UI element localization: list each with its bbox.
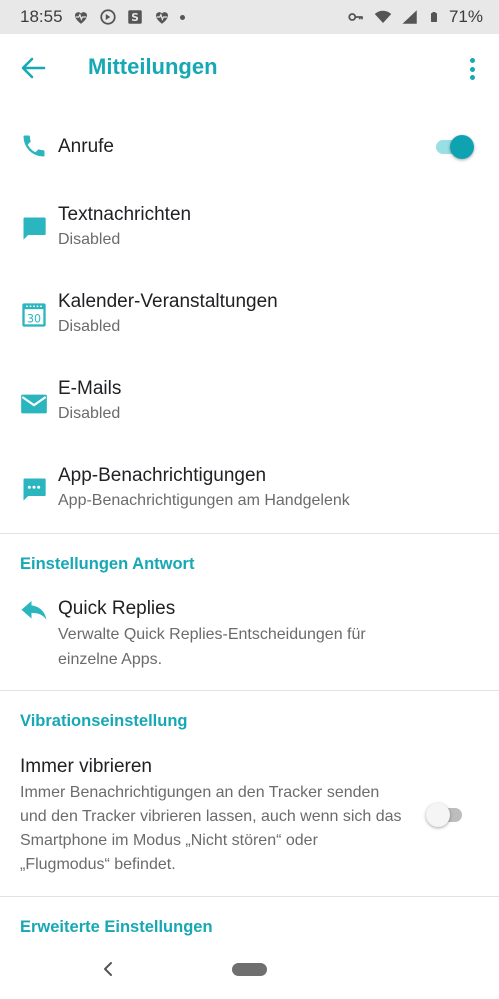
toggle-thumb bbox=[450, 135, 474, 159]
svg-text:S: S bbox=[131, 12, 139, 24]
item-subtitle: Disabled bbox=[58, 318, 121, 335]
signal-icon bbox=[402, 10, 417, 24]
app-bar: Mitteilungen bbox=[0, 34, 499, 102]
status-time: 18:55 bbox=[20, 7, 63, 26]
back-arrow-icon[interactable] bbox=[20, 56, 46, 80]
heart-rate-icon-2 bbox=[155, 12, 168, 24]
item-subtitle-line2: einzelne Apps. bbox=[58, 651, 163, 668]
nav-back-icon[interactable] bbox=[100, 960, 116, 978]
menu-dot-icon bbox=[469, 75, 475, 80]
list-item-calendar[interactable]: 30 Kalender-Veranstaltungen Disabled bbox=[0, 283, 499, 347]
section-header-vibration: Vibrationseinstellung bbox=[20, 712, 188, 730]
calls-toggle[interactable] bbox=[434, 135, 474, 159]
section-header-advanced[interactable]: Erweiterte Einstellungen bbox=[20, 918, 213, 937]
list-item-calls[interactable]: Anrufe bbox=[0, 120, 499, 176]
item-subtitle: Disabled bbox=[58, 405, 121, 422]
status-bar: 18:55 S 71% bbox=[0, 0, 499, 34]
list-item-text-messages[interactable]: Textnachrichten Disabled bbox=[0, 196, 499, 260]
battery-icon bbox=[430, 12, 437, 22]
status-bar-left: 18:55 S bbox=[20, 7, 185, 27]
divider bbox=[0, 690, 499, 691]
item-title: Kalender-Veranstaltungen bbox=[58, 291, 278, 312]
calendar-icon: 30 bbox=[22, 303, 46, 327]
menu-dot-icon bbox=[469, 66, 475, 72]
app-circle-icon bbox=[99, 9, 116, 25]
divider bbox=[0, 896, 499, 897]
always-vibrate-description: Immer Benachrichtigungen an den Tracker … bbox=[20, 784, 402, 873]
item-title: App-Benachrichtigungen bbox=[58, 465, 267, 486]
always-vibrate-toggle[interactable] bbox=[426, 803, 466, 827]
item-title: Anrufe bbox=[58, 136, 114, 157]
message-icon bbox=[23, 217, 46, 240]
list-item-app-notifications[interactable]: App-Benachrichtigungen App-Benachrichtig… bbox=[0, 457, 499, 521]
wifi-icon bbox=[374, 10, 392, 23]
always-vibrate-title: Immer vibrieren bbox=[20, 756, 152, 777]
item-title: E-Mails bbox=[58, 378, 122, 399]
vpn-key-icon bbox=[348, 13, 363, 21]
section-header-reply: Einstellungen Antwort bbox=[20, 555, 195, 573]
notification-dot-icon bbox=[179, 14, 185, 20]
item-subtitle-line1: Verwalte Quick Replies-Entscheidungen fü… bbox=[58, 626, 366, 643]
status-bar-right: 71% bbox=[347, 7, 483, 27]
phone-icon bbox=[23, 135, 45, 157]
item-subtitle: App-Benachrichtigungen am Handgelenk bbox=[58, 492, 350, 509]
mail-icon bbox=[21, 394, 47, 414]
nav-home-pill[interactable] bbox=[232, 963, 267, 976]
item-title: Quick Replies bbox=[58, 598, 176, 619]
divider bbox=[0, 533, 499, 534]
item-subtitle: Disabled bbox=[58, 231, 121, 248]
item-title: Textnachrichten bbox=[58, 204, 192, 225]
toggle-thumb bbox=[426, 803, 450, 827]
s-app-icon: S bbox=[127, 10, 142, 24]
list-item-emails[interactable]: E-Mails Disabled bbox=[0, 370, 499, 434]
menu-dot-icon bbox=[469, 58, 475, 63]
overflow-menu-button[interactable] bbox=[462, 56, 482, 82]
app-notification-icon bbox=[23, 478, 46, 501]
battery-percent: 71% bbox=[448, 7, 483, 26]
page-title: Mitteilungen bbox=[88, 54, 218, 79]
reply-icon bbox=[21, 601, 47, 620]
heart-rate-icon bbox=[74, 12, 87, 24]
list-item-quick-replies[interactable]: Quick Replies Verwalte Quick Replies-Ent… bbox=[0, 590, 499, 674]
calendar-day-text: 30 bbox=[27, 313, 41, 326]
